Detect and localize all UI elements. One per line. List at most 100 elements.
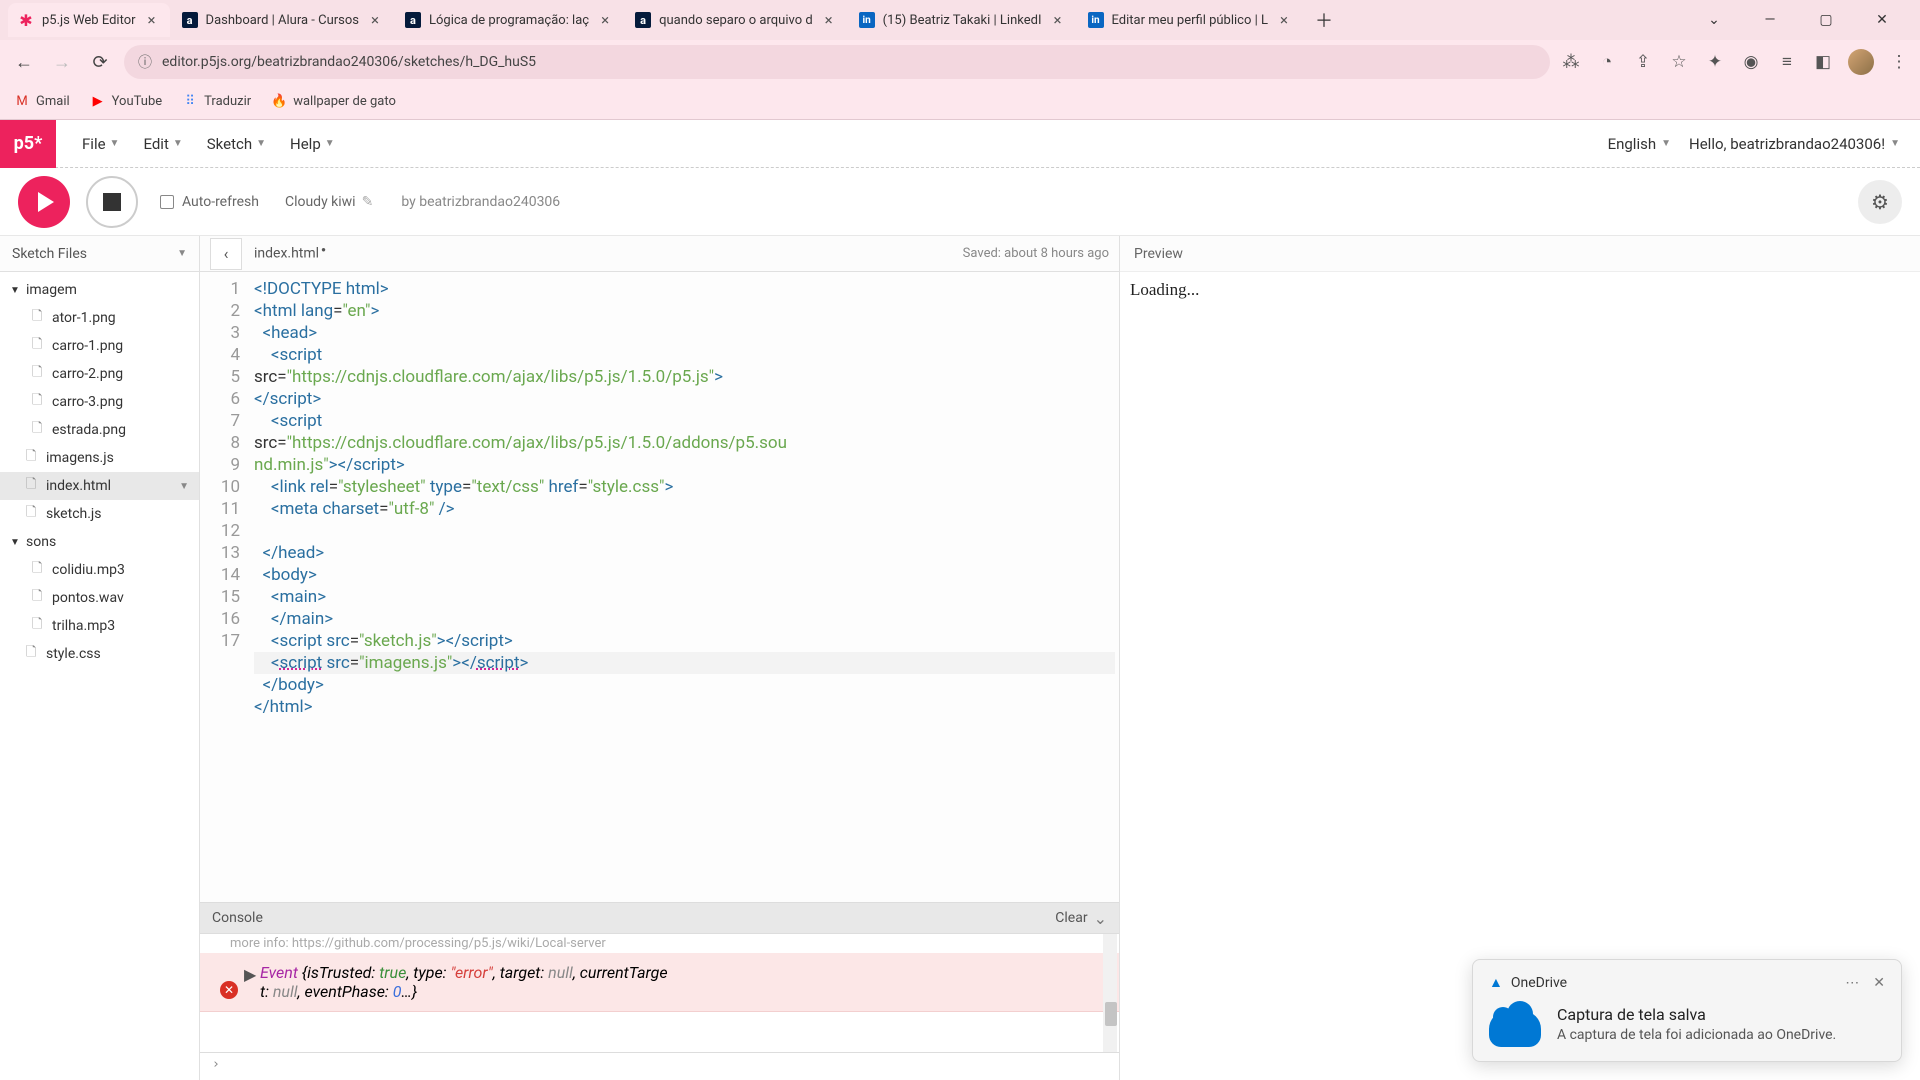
gear-icon: ⚙ [1871, 190, 1889, 214]
line-gutter: 1234567891011121314151617 [200, 272, 250, 902]
p5-logo[interactable]: p5* [0, 120, 56, 168]
chevron-down-icon: ▼ [110, 138, 120, 149]
file-item[interactable]: 🗋carro-2.png [0, 360, 199, 388]
extensions-icon[interactable]: ✦ [1704, 51, 1726, 73]
chrome-menu-icon[interactable]: ⋮ [1888, 51, 1910, 73]
tab-favicon: a [635, 12, 651, 28]
file-icon: 🗋 [26, 503, 40, 525]
edit-icon[interactable]: ✎ [362, 194, 374, 210]
folder-item[interactable]: ▼imagem [0, 276, 199, 304]
code-lines[interactable]: <!DOCTYPE html><html lang="en"> <head> <… [250, 272, 1119, 902]
url-input[interactable]: ⓘ editor.p5js.org/beatrizbrandao240306/s… [124, 45, 1550, 79]
menu-edit[interactable]: Edit▼ [133, 129, 192, 159]
collapse-sidebar-button[interactable]: ‹ [210, 238, 242, 270]
url-text: editor.p5js.org/beatrizbrandao240306/ske… [162, 54, 536, 70]
browser-tab[interactable]: in Editar meu perfil público | L × [1078, 3, 1303, 37]
browser-tab[interactable]: a Lógica de programação: laç × [395, 3, 623, 37]
language-selector[interactable]: English ▼ [1608, 135, 1671, 153]
window-controls: ⌄ ― ▢ ✕ [1692, 4, 1912, 36]
browser-tab[interactable]: a quando separo o arquivo d × [625, 3, 847, 37]
close-icon[interactable]: × [1276, 12, 1292, 28]
close-window-button[interactable]: ✕ [1860, 4, 1904, 36]
bookmark-item[interactable]: ▶YouTube [90, 94, 163, 110]
close-icon[interactable]: × [144, 12, 160, 28]
menu-help[interactable]: Help▼ [280, 129, 345, 159]
share-icon[interactable]: ⇪ [1632, 51, 1654, 73]
sketch-name[interactable]: Cloudy kiwi ✎ [285, 194, 373, 210]
file-item[interactable]: 🗋carro-1.png [0, 332, 199, 360]
side-panel-icon[interactable]: ◧ [1812, 51, 1834, 73]
chevron-down-icon[interactable]: ⌄ [1692, 4, 1736, 36]
more-icon[interactable]: ⋯ [1845, 975, 1859, 991]
browser-tab[interactable]: ✱ p5.js Web Editor × [8, 3, 170, 37]
performance-icon[interactable]: ◔ [1596, 51, 1618, 73]
file-icon: 🗋 [32, 587, 46, 609]
menu-sketch[interactable]: Sketch▼ [197, 129, 276, 159]
bookmark-item[interactable]: MGmail [14, 94, 70, 110]
bookmark-item[interactable]: 🔥wallpaper de gato [271, 94, 396, 110]
back-button[interactable]: ← [10, 48, 38, 76]
bookmark-item[interactable]: ⠿Traduzir [182, 94, 251, 110]
console-clear-button[interactable]: Clear ⌄ [1055, 909, 1107, 928]
settings-button[interactable]: ⚙ [1858, 180, 1902, 224]
minimize-button[interactable]: ― [1748, 4, 1792, 36]
tab-title: Dashboard | Alura - Cursos [206, 13, 359, 28]
toast-app-name: OneDrive [1511, 975, 1567, 991]
console-truncated-line: more info: https://github.com/processing… [200, 934, 1119, 953]
chevron-down-icon[interactable]: ⌄ [1094, 909, 1107, 928]
maximize-button[interactable]: ▢ [1804, 4, 1848, 36]
console-scrollbar[interactable] [1103, 934, 1117, 1052]
reading-list-icon[interactable]: ≡ [1776, 51, 1798, 73]
close-icon[interactable]: × [821, 12, 837, 28]
file-icon: 🗋 [32, 363, 46, 385]
profile-avatar[interactable] [1848, 49, 1874, 75]
close-icon[interactable]: × [1050, 12, 1066, 28]
browser-chrome: ✱ p5.js Web Editor ×a Dashboard | Alura … [0, 0, 1920, 120]
extension-pin-icon[interactable]: ◉ [1740, 51, 1762, 73]
menu-file[interactable]: File▼ [72, 129, 129, 159]
stop-button[interactable] [86, 176, 138, 228]
console-error-row[interactable]: ✕ ▶ Event {isTrusted: true, type: "error… [200, 953, 1119, 1012]
checkbox-icon[interactable] [160, 195, 174, 209]
file-item[interactable]: 🗋carro-3.png [0, 388, 199, 416]
expand-icon[interactable]: ▶ [244, 965, 256, 984]
console-scroll-thumb[interactable] [1105, 1002, 1117, 1026]
file-item[interactable]: 🗋pontos.wav [0, 584, 199, 612]
bookmarks-bar: MGmail ▶YouTube ⠿Traduzir 🔥wallpaper de gat… [0, 84, 1920, 120]
chevron-down-icon: ▼ [173, 138, 183, 149]
chevron-down-icon[interactable]: ▼ [177, 248, 187, 259]
stop-icon [103, 193, 121, 211]
onedrive-toast[interactable]: ▲ OneDrive ⋯ ✕ Captura de tela salva A c… [1472, 959, 1902, 1062]
file-item[interactable]: 🗋trilha.mp3 [0, 612, 199, 640]
preview-column: Preview Loading... [1120, 236, 1920, 1080]
code-editor[interactable]: 1234567891011121314151617 <!DOCTYPE html… [200, 272, 1119, 902]
user-greeting[interactable]: Hello, beatrizbrandao240306! ▼ [1689, 135, 1900, 153]
console-input[interactable]: › [200, 1052, 1119, 1080]
bookmark-star-icon[interactable]: ☆ [1668, 51, 1690, 73]
file-item[interactable]: 🗋style.css [0, 640, 199, 668]
folder-item[interactable]: ▼sons [0, 528, 199, 556]
browser-tab[interactable]: a Dashboard | Alura - Cursos × [172, 3, 393, 37]
close-icon[interactable]: ✕ [1873, 975, 1885, 991]
sketch-author: by beatrizbrandao240306 [401, 194, 560, 210]
auto-refresh-toggle[interactable]: Auto-refresh [160, 194, 259, 210]
translate-icon[interactable]: ⁂ [1560, 51, 1582, 73]
new-tab-button[interactable]: ＋ [1310, 6, 1338, 34]
play-button[interactable] [18, 176, 70, 228]
site-info-icon[interactable]: ⓘ [138, 52, 152, 72]
file-tab[interactable]: index.html [254, 245, 326, 262]
file-item[interactable]: 🗋index.html▼ [0, 472, 199, 500]
file-item[interactable]: 🗋imagens.js [0, 444, 199, 472]
onedrive-cloud-icon [1489, 1011, 1541, 1047]
browser-tab[interactable]: in (15) Beatriz Takaki | LinkedI × [849, 3, 1076, 37]
file-item[interactable]: 🗋estrada.png [0, 416, 199, 444]
close-icon[interactable]: × [367, 12, 383, 28]
close-icon[interactable]: × [597, 12, 613, 28]
chevron-down-icon[interactable]: ▼ [179, 481, 189, 492]
forward-button[interactable]: → [48, 48, 76, 76]
file-item[interactable]: 🗋sketch.js [0, 500, 199, 528]
file-icon: 🗋 [26, 447, 40, 469]
file-item[interactable]: 🗋colidiu.mp3 [0, 556, 199, 584]
file-item[interactable]: 🗋ator-1.png [0, 304, 199, 332]
reload-button[interactable]: ⟳ [86, 48, 114, 76]
